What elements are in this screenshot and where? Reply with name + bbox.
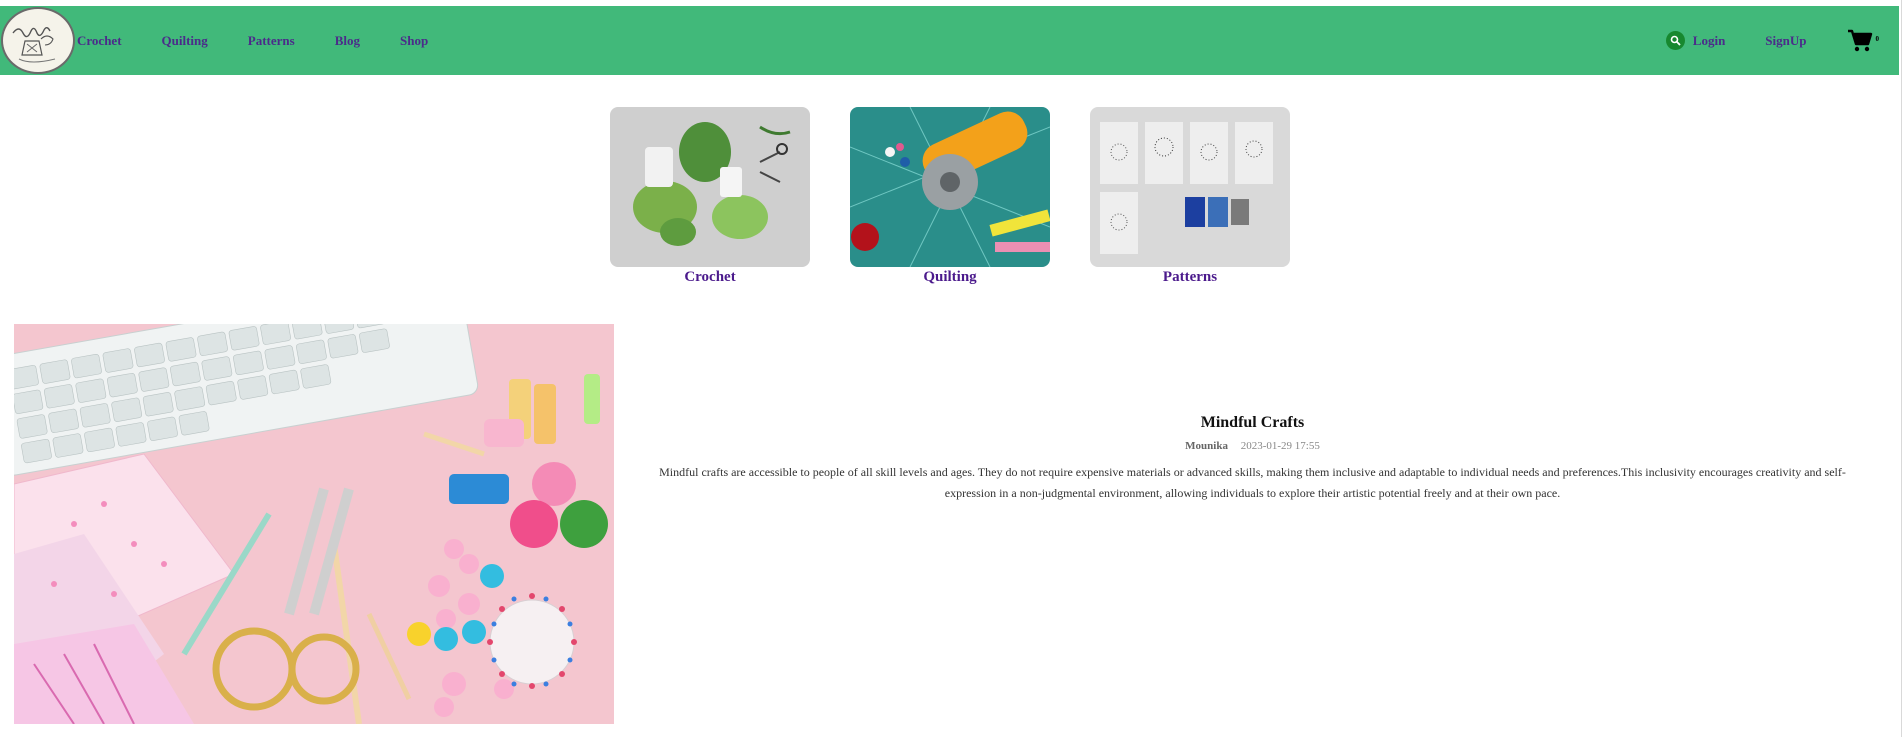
post-excerpt: Mindful crafts are accessible to people … [659,465,1846,500]
featured-post-image[interactable] [14,324,614,724]
top-navbar: Crochet Quilting Patterns Blog Shop Logi… [0,6,1899,75]
post-date: 2023-01-29 17:55 [1240,440,1320,452]
featured-post-content: Mindful Crafts Mounika 2023-01-29 17:55 … [640,410,1865,504]
post-meta: Mounika 2023-01-29 17:55 [640,440,1865,452]
patterns-image [1090,107,1290,267]
post-author: Mounika [1185,440,1228,452]
category-label: Patterns [1162,269,1218,285]
craft-supplies-illustration [14,324,614,724]
nav-link-crochet[interactable]: Crochet [77,33,122,49]
nav-link-quilting[interactable]: Quilting [162,33,208,49]
category-card-quilting[interactable]: Quilting [850,107,1050,286]
category-label: Crochet [684,269,736,285]
post-title[interactable]: Mindful Crafts [640,414,1865,432]
site-logo[interactable] [1,7,75,74]
nav-link-patterns[interactable]: Patterns [248,33,295,49]
quilting-image [850,107,1050,267]
magnifier-glyph [1670,35,1681,46]
cart-count-badge: 0 [1875,34,1880,43]
nav-link-shop[interactable]: Shop [400,33,428,49]
search-icon[interactable] [1665,31,1685,50]
primary-nav: Crochet Quilting Patterns Blog Shop [77,6,468,75]
logo-emblem [12,26,56,62]
crochet-image [610,107,810,267]
login-link[interactable]: Login [1693,33,1726,49]
signup-link[interactable]: SignUp [1765,33,1806,49]
cart-button[interactable]: 0 [1847,29,1880,53]
nav-link-blog[interactable]: Blog [335,33,360,49]
category-card-patterns[interactable]: Patterns [1090,107,1290,286]
account-nav: Login SignUp 0 [1665,6,1880,75]
category-label: Quilting [923,269,977,285]
cart-icon [1847,29,1872,51]
category-card-crochet[interactable]: Crochet [610,107,810,286]
